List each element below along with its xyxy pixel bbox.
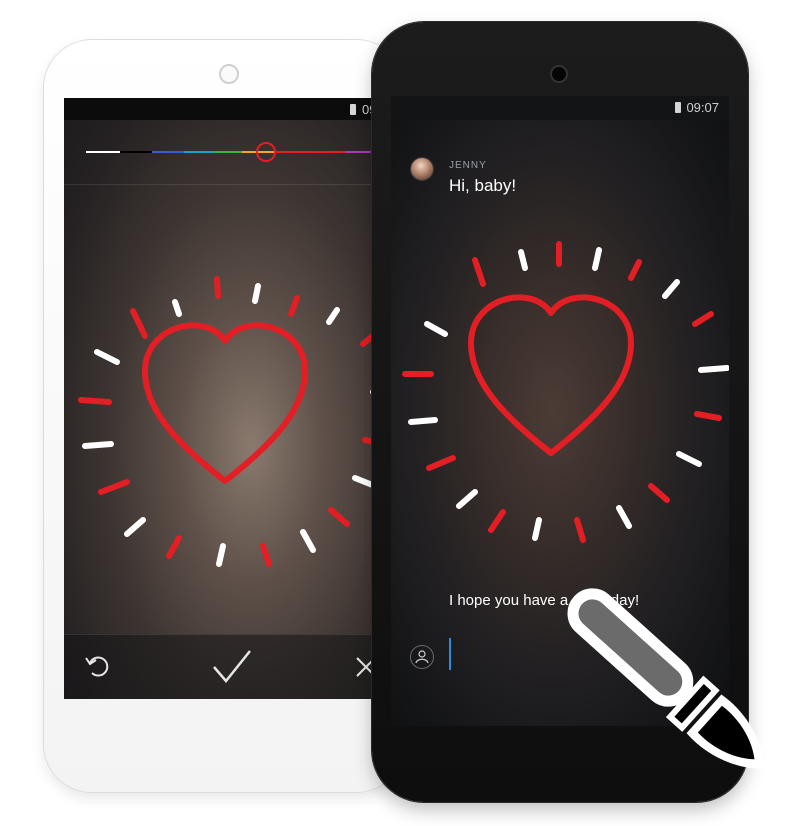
- heart-outline: [468, 294, 634, 456]
- white-phone: 09: [44, 40, 404, 792]
- person-icon[interactable]: [410, 645, 434, 669]
- earpiece: [219, 64, 239, 84]
- sunburst-rays: [78, 276, 396, 567]
- drawing-editor-screen: 09: [64, 98, 404, 699]
- undo-icon[interactable]: [85, 656, 109, 677]
- message-input-cursor[interactable]: [449, 638, 451, 670]
- heart-drawing: [78, 276, 396, 567]
- paintbrush-icon: [552, 560, 792, 810]
- heart-drawing: [402, 241, 729, 543]
- editor-toolbar: [64, 634, 404, 699]
- heart-drawing-canvas[interactable]: [64, 98, 404, 699]
- heart-outline: [142, 322, 308, 484]
- check-icon[interactable]: [213, 650, 251, 683]
- earpiece: [550, 65, 568, 83]
- sunburst-rays: [402, 241, 729, 543]
